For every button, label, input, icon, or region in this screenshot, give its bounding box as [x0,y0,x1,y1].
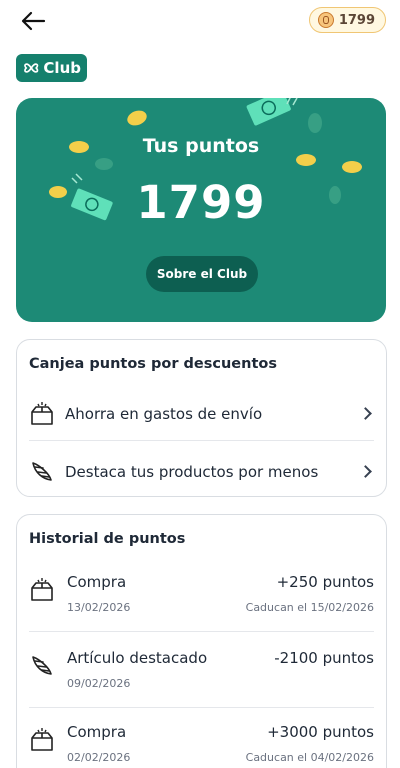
history-item-date: 02/02/2026 [67,751,131,764]
history-item[interactable]: Compra 13/02/2026 +250 puntos Caducan el… [17,563,386,637]
divider [29,440,374,441]
clover-icon [24,63,39,73]
points-badge-value: 1799 [338,12,375,28]
redeem-card: Canjea puntos por descuentos Ahorra en g… [16,339,387,497]
redeem-title: Canjea puntos por descuentos [29,356,277,372]
history-item-name: Compra [67,723,127,741]
arrow-left-icon [21,11,46,31]
redeem-highlight-label: Destaca tus productos por menos [65,463,319,481]
divider [29,631,374,632]
history-item-name: Compra [67,573,127,591]
chevron-right-icon [359,465,372,478]
chevron-right-icon [359,407,372,420]
club-logo: Club [16,54,87,82]
box-icon [31,728,53,751]
history-item-amount: +250 puntos [276,573,374,591]
history-item-date: 09/02/2026 [67,677,131,690]
history-card: Historial de puntos Compra 13/02/2026 +2… [16,514,387,768]
history-item-name: Artículo destacado [67,649,208,667]
wing-icon [32,462,52,481]
top-bar: 1799 [0,0,400,44]
club-label: Club [43,59,81,77]
redeem-shipping-row[interactable]: Ahorra en gastos de envío [17,394,386,434]
about-club-button[interactable]: Sobre el Club [146,256,258,292]
history-item-expiry: Caducan el 15/02/2026 [245,601,374,614]
history-item[interactable]: Artículo destacado 09/02/2026 -2100 punt… [17,639,386,713]
history-item[interactable]: Compra 02/02/2026 +3000 puntos Caducan e… [17,713,386,768]
coin-icon [317,12,334,28]
box-icon [31,578,53,601]
points-total: 1799 [136,176,266,229]
history-title: Historial de puntos [29,531,186,547]
hero-title: Tus puntos [142,135,260,157]
redeem-highlight-row[interactable]: Destaca tus productos por menos [17,452,386,492]
history-item-amount: +3000 puntos [267,723,374,741]
box-icon [31,402,53,425]
history-item-expiry: Caducan el 04/02/2026 [245,751,374,764]
wing-icon [32,656,52,675]
redeem-shipping-label: Ahorra en gastos de envío [65,405,263,423]
points-hero-card: Tus puntos 1799 Sobre el Club [16,98,386,322]
history-item-date: 13/02/2026 [67,601,131,614]
points-badge[interactable]: 1799 [308,7,386,33]
divider [29,707,374,708]
back-button[interactable] [18,8,48,34]
history-item-amount: -2100 puntos [274,649,374,667]
